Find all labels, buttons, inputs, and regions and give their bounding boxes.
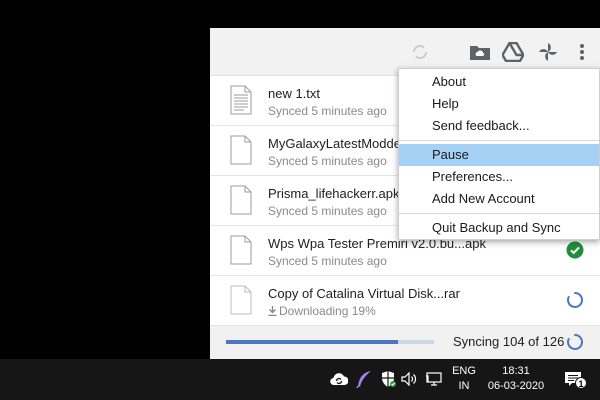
- file-status: Synced 5 minutes ago: [268, 204, 387, 218]
- language-code: ENG: [452, 365, 476, 377]
- network-icon[interactable]: [425, 370, 443, 388]
- file-name: new 1.txt: [268, 86, 321, 101]
- sync-status-icon: [408, 40, 432, 64]
- google-photos-icon[interactable]: [536, 40, 560, 64]
- sync-progress-fill: [226, 340, 398, 344]
- file-name: Copy of Catalina Virtual Disk...rar: [268, 286, 460, 301]
- clock[interactable]: 18:31 06-03-2020: [484, 364, 548, 394]
- folder-cloud-icon[interactable]: [468, 40, 492, 64]
- menu-item-add-account[interactable]: Add New Account: [399, 188, 599, 210]
- syncing-spinner-icon: [567, 291, 584, 308]
- menu-divider: [399, 140, 599, 141]
- settings-menu: About Help Send feedback... Pause Prefer…: [398, 68, 600, 240]
- taskbar: ENG IN 18:31 06-03-2020 1: [0, 359, 600, 400]
- menu-item-send-feedback[interactable]: Send feedback...: [399, 115, 599, 137]
- menu-item-quit[interactable]: Quit Backup and Sync: [399, 217, 599, 239]
- menu-item-pause[interactable]: Pause: [399, 144, 599, 166]
- sync-status-text: Syncing 104 of 126: [453, 334, 565, 349]
- file-icon: [230, 285, 252, 315]
- sync-footer: Syncing 104 of 126: [210, 325, 600, 359]
- clock-date: 06-03-2020: [487, 380, 545, 392]
- input-language[interactable]: ENG IN: [450, 364, 478, 394]
- download-icon: [268, 306, 277, 317]
- menu-item-help[interactable]: Help: [399, 93, 599, 115]
- check-circle-icon: [566, 241, 584, 259]
- feather-icon[interactable]: [355, 370, 373, 388]
- more-vert-icon[interactable]: [570, 40, 594, 64]
- file-name: Prisma_lifehackerr.apk: [268, 186, 400, 201]
- syncing-spinner-icon: [567, 333, 584, 350]
- file-status: Synced 5 minutes ago: [268, 154, 387, 168]
- file-icon: [230, 235, 252, 265]
- language-region: IN: [458, 380, 470, 392]
- file-row[interactable]: Copy of Catalina Virtual Disk...rar Down…: [210, 276, 600, 326]
- sync-progress-bar: [226, 340, 434, 344]
- menu-item-preferences[interactable]: Preferences...: [399, 166, 599, 188]
- notification-count-badge: 1: [575, 377, 587, 389]
- clock-time: 18:31: [502, 365, 530, 377]
- file-status: Downloading 19%: [268, 304, 376, 318]
- file-icon: [230, 135, 252, 165]
- download-status-text: Downloading 19%: [279, 304, 376, 318]
- text-file-icon: [230, 85, 252, 115]
- file-icon: [230, 185, 252, 215]
- menu-divider: [399, 213, 599, 214]
- volume-icon[interactable]: [401, 370, 419, 388]
- windows-security-icon[interactable]: [379, 370, 397, 388]
- google-drive-icon[interactable]: [501, 40, 525, 64]
- backup-sync-tray-icon[interactable]: [330, 370, 348, 388]
- file-status: Synced 5 minutes ago: [268, 104, 387, 118]
- file-name: MyGalaxyLatestModded: [268, 136, 409, 151]
- menu-item-about[interactable]: About: [399, 71, 599, 93]
- file-status: Synced 5 minutes ago: [268, 254, 387, 268]
